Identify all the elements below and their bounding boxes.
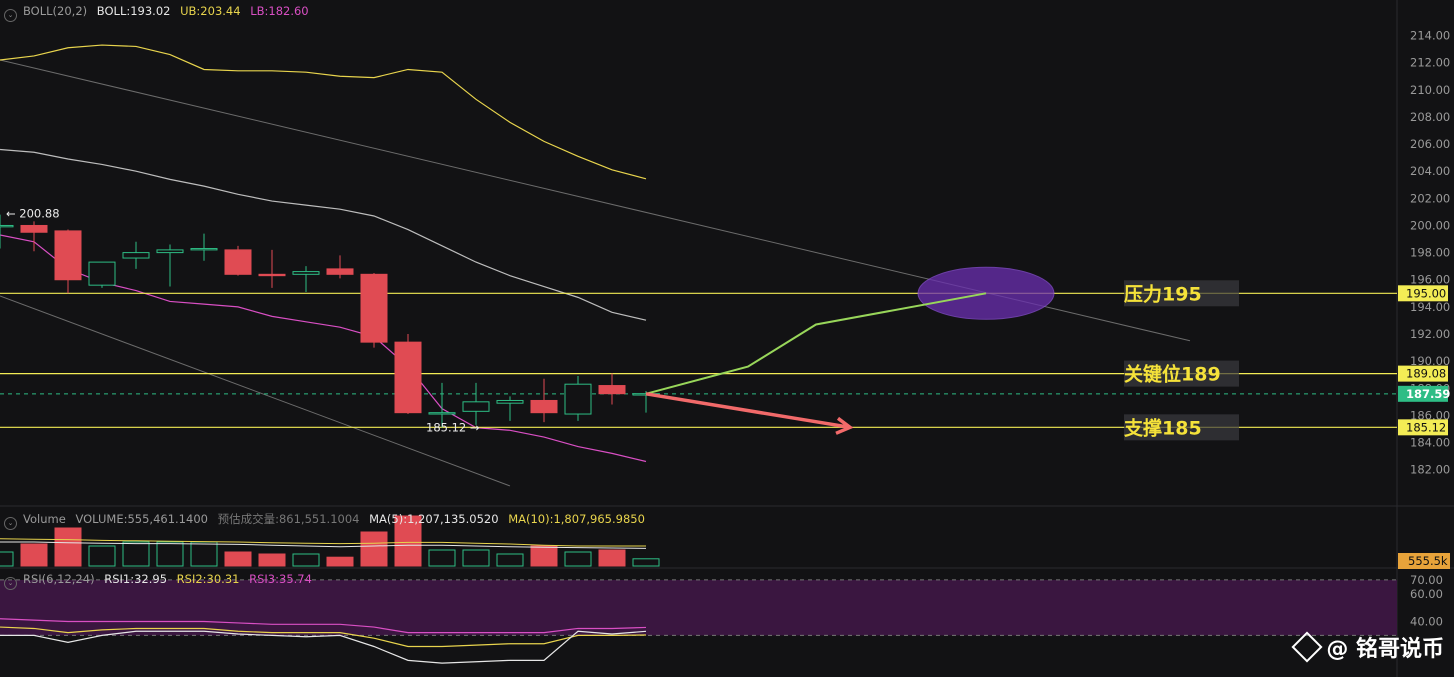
volume-bar bbox=[496, 553, 524, 567]
volume-bar bbox=[462, 549, 490, 567]
candle-body bbox=[224, 249, 252, 275]
boll-value: BOLL:193.02 bbox=[96, 4, 171, 18]
candle-body bbox=[394, 341, 422, 414]
level-tag: 189.08 bbox=[1406, 367, 1446, 381]
candle-body bbox=[326, 268, 354, 275]
projection-down-arrow bbox=[645, 392, 851, 430]
volume-bar bbox=[20, 543, 48, 567]
volume-tag: 555.5k bbox=[1408, 554, 1448, 568]
high-annotation: ← 200.88 bbox=[6, 207, 60, 221]
price-tick-label: 202.00 bbox=[1410, 191, 1450, 205]
boll-label: BOLL(20,2) bbox=[23, 4, 88, 18]
level-label: 关键位189 bbox=[1124, 363, 1221, 386]
volume-ma10-line bbox=[0, 538, 646, 547]
candle-body bbox=[598, 385, 626, 395]
current-price-tag: 187.59 bbox=[1406, 387, 1450, 401]
volume-bar bbox=[360, 531, 388, 567]
rsi-tick-label: 40.00 bbox=[1410, 615, 1443, 629]
candle-body bbox=[54, 230, 82, 281]
watermark: @ 铭哥说币 bbox=[1291, 631, 1444, 663]
candle-body bbox=[462, 401, 490, 412]
rsi-header: ⌄ RSI(6,12,24) RSI1:32.95 RSI2:30.31 RSI3… bbox=[4, 572, 318, 590]
rsi1-value: RSI1:32.95 bbox=[104, 572, 168, 586]
watermark-logo-icon bbox=[1291, 631, 1323, 663]
volume-bar bbox=[88, 545, 116, 567]
rsi1-line bbox=[0, 630, 647, 664]
volume-bar bbox=[598, 549, 626, 567]
candle-body bbox=[190, 248, 218, 251]
price-tick-label: 210.00 bbox=[1410, 83, 1450, 97]
price-tick-label: 204.00 bbox=[1410, 164, 1450, 178]
candle-body bbox=[20, 224, 48, 233]
trend-line bbox=[0, 295, 511, 487]
level-tag: 195.00 bbox=[1406, 286, 1446, 300]
candle-body bbox=[0, 224, 14, 228]
rsi2-value: RSI2:30.31 bbox=[176, 572, 240, 586]
collapse-icon[interactable]: ⌄ bbox=[4, 577, 17, 590]
volume-ma10: MA(10):1,807,965.9850 bbox=[508, 512, 645, 526]
volume-bar bbox=[190, 541, 218, 567]
volume-bar bbox=[564, 551, 592, 567]
collapse-icon[interactable]: ⌄ bbox=[4, 9, 17, 22]
collapse-icon[interactable]: ⌄ bbox=[4, 517, 17, 530]
rsi-label: RSI(6,12,24) bbox=[23, 572, 95, 586]
volume-bar bbox=[292, 553, 320, 567]
lb-value: LB:182.60 bbox=[250, 4, 309, 18]
volume-bar bbox=[530, 545, 558, 567]
price-tick-label: 208.00 bbox=[1410, 110, 1450, 124]
candle-body bbox=[122, 252, 150, 259]
volume-bar bbox=[224, 551, 252, 567]
price-tick-label: 198.00 bbox=[1410, 246, 1450, 260]
rsi-tick-label: 70.00 bbox=[1410, 573, 1443, 587]
candle-body bbox=[156, 249, 184, 254]
candle-body bbox=[496, 399, 524, 404]
rsi3-value: RSI3:35.74 bbox=[249, 572, 312, 586]
volume-bar bbox=[258, 553, 286, 567]
volume-ma5: MA(5):1,207,135.0520 bbox=[369, 512, 499, 526]
candle-body bbox=[564, 383, 592, 415]
boll-upper-band bbox=[0, 44, 647, 180]
price-tick-label: 200.00 bbox=[1410, 218, 1450, 232]
price-tick-label: 194.00 bbox=[1410, 300, 1450, 314]
price-tick-label: 196.00 bbox=[1410, 273, 1450, 287]
price-tick-label: 184.00 bbox=[1410, 436, 1450, 450]
volume-bar bbox=[632, 558, 660, 567]
boll-header: ⌄ BOLL(20,2) BOLL:193.02 UB:203.44 LB:182… bbox=[4, 4, 315, 22]
volume-estimate: 预估成交量:861,551.1004 bbox=[217, 512, 360, 526]
price-tick-label: 192.00 bbox=[1410, 327, 1450, 341]
volume-header: ⌄ Volume VOLUME:555,461.1400 预估成交量:861,55… bbox=[4, 511, 651, 530]
level-label: 支撑185 bbox=[1123, 416, 1202, 439]
ub-value: UB:203.44 bbox=[180, 4, 241, 18]
level-tag: 185.12 bbox=[1406, 420, 1446, 434]
rsi-tick-label: 60.00 bbox=[1410, 587, 1443, 601]
level-label: 压力195 bbox=[1124, 282, 1202, 305]
candle-body bbox=[292, 271, 320, 275]
price-tick-label: 206.00 bbox=[1410, 137, 1450, 151]
price-tick-label: 212.00 bbox=[1410, 56, 1450, 70]
candle-body bbox=[360, 273, 388, 343]
volume-value: VOLUME:555,461.1400 bbox=[75, 512, 208, 526]
boll-middle-band bbox=[0, 148, 647, 321]
price-tick-label: 214.00 bbox=[1410, 29, 1450, 43]
volume-bar bbox=[122, 541, 150, 567]
low-annotation: 185.12 → bbox=[426, 420, 480, 434]
candle-body bbox=[428, 412, 456, 415]
price-tick-label: 182.00 bbox=[1410, 463, 1450, 477]
candle-body bbox=[258, 273, 286, 277]
volume-bar bbox=[428, 549, 456, 567]
volume-bar bbox=[0, 551, 14, 567]
volume-bar bbox=[156, 541, 184, 567]
volume-label: Volume bbox=[23, 512, 66, 526]
volume-bar bbox=[326, 556, 354, 567]
watermark-text: @ 铭哥说币 bbox=[1326, 637, 1444, 662]
volume-bar bbox=[54, 527, 82, 567]
candle-body bbox=[88, 261, 116, 286]
candle-body bbox=[530, 399, 558, 414]
